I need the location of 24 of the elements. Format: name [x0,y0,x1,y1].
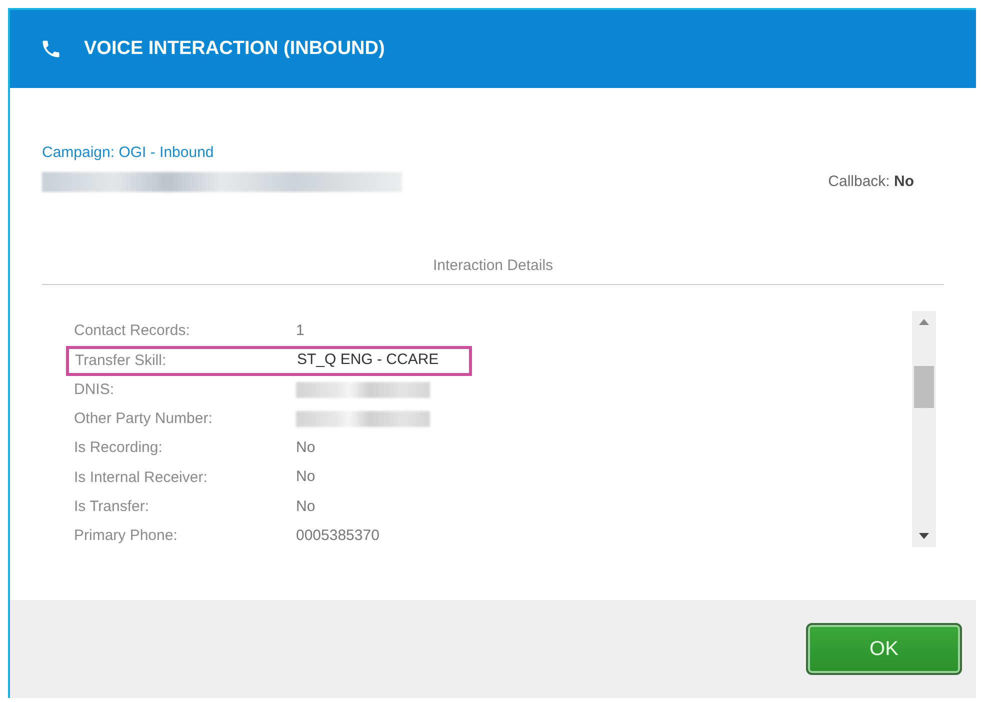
detail-label: DNIS: [74,381,114,398]
ok-button[interactable]: OK [806,623,962,675]
detail-label: Primary Phone: [74,526,178,544]
window-title: VOICE INTERACTION (INBOUND) [84,36,385,61]
phone-icon [40,38,62,60]
detail-value: 0005385370 [296,526,380,546]
detail-label: Transfer Skill: [75,352,166,369]
detail-value: ST_Q ENG - CCARE [297,350,439,370]
scrollbar[interactable] [912,310,936,546]
detail-value: No [296,438,316,458]
detail-label: Is Internal Receiver: [74,468,208,486]
campaign-link[interactable]: Campaign: OGI - Inbound [42,142,214,164]
detail-label: Is Recording: [74,439,162,456]
callback-status: Callback: No [828,172,914,192]
scroll-down-icon[interactable] [919,532,929,538]
detail-value: No [296,467,316,488]
section-title: Interaction Details [432,256,554,276]
scroll-thumb[interactable] [914,366,934,408]
detail-value: No [296,496,316,517]
detail-label: Is Transfer: [74,498,150,515]
detail-value: 1 [296,320,304,341]
detail-label: Contact Records: [74,322,190,340]
scroll-up-icon[interactable] [919,318,929,324]
detail-label: Other Party Number: [74,410,212,428]
